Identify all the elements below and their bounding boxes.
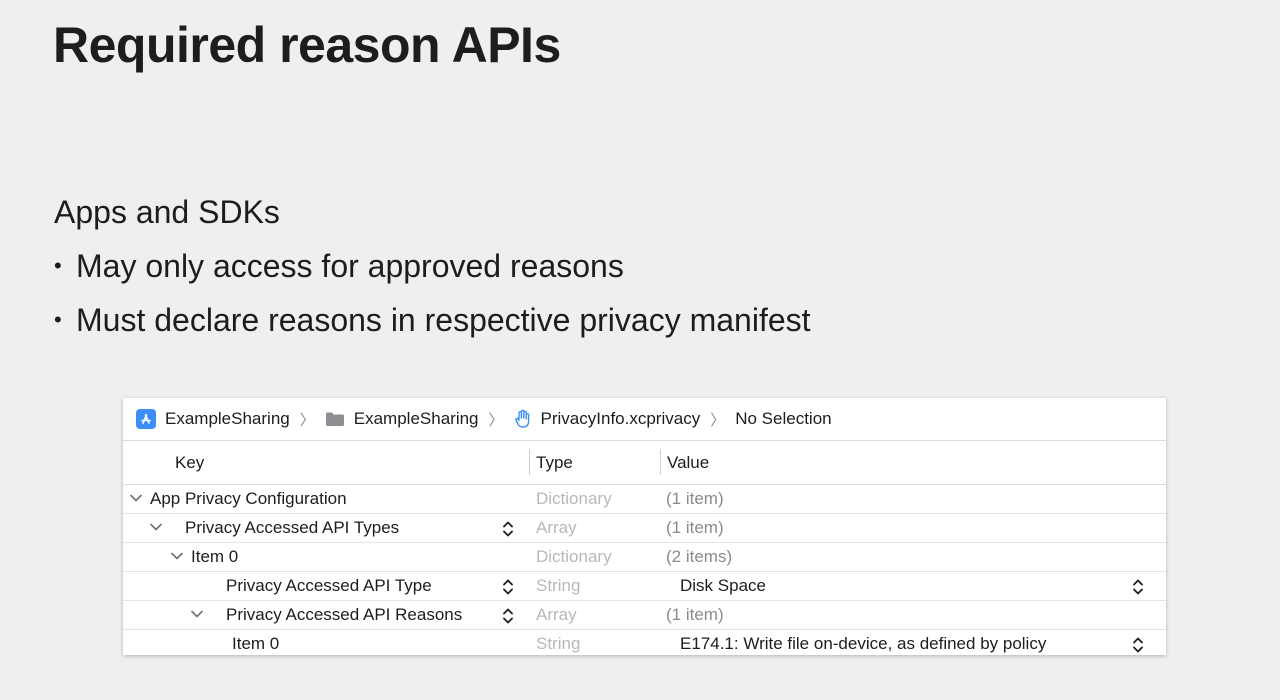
table-row[interactable]: Privacy Accessed API Types Array (1 item… bbox=[123, 514, 1166, 543]
row-value: (1 item) bbox=[666, 518, 724, 537]
plist-editor: ExampleSharing 〉 ExampleSharing 〉 Privac… bbox=[123, 398, 1166, 655]
row-value-popup[interactable]: E174.1: Write file on-device, as defined… bbox=[680, 634, 1046, 654]
row-type[interactable]: Array bbox=[536, 605, 577, 625]
bullet-item: • May only access for approved reasons bbox=[54, 246, 624, 286]
jumpbar-label: No Selection bbox=[735, 409, 832, 428]
column-header-key[interactable]: Key bbox=[175, 453, 204, 473]
chevron-right-icon: 〉 bbox=[299, 411, 315, 429]
row-key: Item 0 bbox=[232, 634, 280, 653]
table-row[interactable]: Privacy Accessed API Reasons Array (1 it… bbox=[123, 601, 1166, 630]
slide-subheading: Apps and SDKs bbox=[54, 194, 280, 230]
folder-icon bbox=[325, 411, 345, 427]
jumpbar-label: ExampleSharing bbox=[165, 409, 290, 428]
row-key: App Privacy Configuration bbox=[150, 489, 347, 508]
jump-bar: ExampleSharing 〉 ExampleSharing 〉 Privac… bbox=[123, 398, 1166, 441]
bullet-text: Must declare reasons in respective priva… bbox=[76, 302, 811, 338]
row-key: Privacy Accessed API Reasons bbox=[226, 605, 463, 624]
column-header-type[interactable]: Type bbox=[536, 453, 573, 473]
jumpbar-label: PrivacyInfo.xcprivacy bbox=[540, 409, 701, 428]
row-type[interactable]: String bbox=[536, 634, 580, 654]
column-divider[interactable] bbox=[529, 449, 530, 475]
row-key: Item 0 bbox=[191, 547, 239, 566]
jumpbar-label: ExampleSharing bbox=[353, 409, 479, 428]
table-row[interactable]: Privacy Accessed API Type String Disk Sp… bbox=[123, 572, 1166, 601]
row-type[interactable]: Dictionary bbox=[536, 547, 612, 567]
column-header-value[interactable]: Value bbox=[667, 453, 709, 473]
up-down-stepper-icon[interactable] bbox=[502, 607, 514, 625]
app-store-icon bbox=[136, 409, 156, 429]
column-header-row: Key Type Value bbox=[123, 441, 1166, 485]
table-row[interactable]: Item 0 String E174.1: Write file on-devi… bbox=[123, 630, 1166, 658]
row-value: (2 items) bbox=[666, 547, 733, 566]
row-type[interactable]: String bbox=[536, 576, 580, 596]
chevron-down-icon[interactable] bbox=[170, 549, 184, 563]
jumpbar-item-selection[interactable]: No Selection bbox=[735, 409, 831, 429]
chevron-right-icon: 〉 bbox=[488, 411, 504, 429]
bullet-text: May only access for approved reasons bbox=[76, 248, 624, 284]
chevron-right-icon: 〉 bbox=[710, 411, 726, 429]
bullet-dot-icon: • bbox=[54, 253, 62, 278]
table-row[interactable]: Item 0 Dictionary (2 items) bbox=[123, 543, 1166, 572]
hand-icon bbox=[514, 409, 532, 429]
row-value-popup[interactable]: Disk Space bbox=[680, 576, 766, 596]
table-row[interactable]: App Privacy Configuration Dictionary (1 … bbox=[123, 485, 1166, 514]
up-down-stepper-icon[interactable] bbox=[1132, 636, 1144, 654]
bullet-dot-icon: • bbox=[54, 307, 62, 332]
row-value: (1 item) bbox=[666, 605, 724, 624]
chevron-down-icon[interactable] bbox=[149, 520, 163, 534]
row-type[interactable]: Dictionary bbox=[536, 489, 612, 509]
up-down-stepper-icon[interactable] bbox=[502, 520, 514, 538]
bullet-item: • Must declare reasons in respective pri… bbox=[54, 300, 811, 340]
jumpbar-item-folder[interactable]: ExampleSharing bbox=[325, 409, 479, 429]
row-type[interactable]: Array bbox=[536, 518, 577, 538]
column-divider[interactable] bbox=[660, 449, 661, 475]
up-down-stepper-icon[interactable] bbox=[502, 578, 514, 596]
jumpbar-item-project[interactable]: ExampleSharing bbox=[136, 409, 290, 429]
row-key: Privacy Accessed API Types bbox=[185, 518, 400, 537]
chevron-down-icon[interactable] bbox=[129, 491, 143, 505]
up-down-stepper-icon[interactable] bbox=[1132, 578, 1144, 596]
chevron-down-icon[interactable] bbox=[190, 607, 204, 621]
row-value: (1 item) bbox=[666, 489, 724, 508]
row-key: Privacy Accessed API Type bbox=[226, 576, 432, 595]
jumpbar-item-file[interactable]: PrivacyInfo.xcprivacy bbox=[514, 409, 701, 429]
slide-title: Required reason APIs bbox=[53, 17, 561, 73]
